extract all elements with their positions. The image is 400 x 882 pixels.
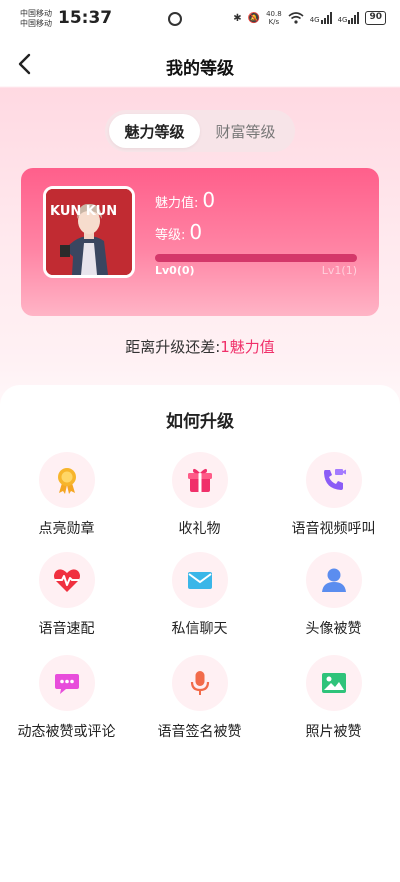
upgrade-item-label: 点亮勋章 [38,521,95,537]
upgrade-gap: 距离升级还差:1魅力值 [0,336,400,357]
page-title: 我的等级 [166,59,234,79]
charm-stat: 魅力值: 0 [155,188,215,212]
chat-bubble-icon [38,655,95,711]
carrier-2: 中国移动 [20,19,52,28]
upgrade-item-private-chat[interactable]: 私信聊天 [133,552,266,638]
upgrade-item-voice-video-call[interactable]: 语音视频呼叫 [267,452,400,538]
clock: 15:37 [58,8,113,28]
upgrade-gap-value: 1魅力值 [220,338,275,356]
tab-wealth-level[interactable]: 财富等级 [200,114,291,148]
net-speed: 40.8 K/s [266,10,282,26]
upgrade-item-label: 私信聊天 [171,621,228,637]
charm-value: 0 [202,188,216,212]
phone-video-icon [305,452,362,508]
upgrade-item-label: 语音速配 [38,621,95,637]
avatar-text: KUN KUN [50,204,117,219]
charm-label: 魅力值: [155,196,199,211]
net-speed-value: 40.8 [266,10,282,18]
status-bar: 中国移动 中国移动 15:37 ✱ 🔕 40.8 K/s 4G 4G 90 [0,0,400,40]
upgrade-item-post-like-comment[interactable]: 动态被赞或评论 [0,655,133,741]
upgrade-item-label: 照片被赞 [305,724,362,740]
upgrade-item-label: 头像被赞 [305,621,362,637]
nav-bar: 我的等级 [0,44,400,86]
next-level: Lv1(1) [321,264,357,277]
carrier-1: 中国移动 [20,9,52,18]
upgrade-item-voice-match[interactable]: 语音速配 [0,552,133,638]
system-icons: ✱ 🔕 40.8 K/s 4G 4G 90 [233,10,386,26]
envelope-icon [171,552,228,608]
current-level: Lv0(0) [155,264,195,277]
upgrade-item-label: 语音视频呼叫 [291,521,376,537]
signal-1: 4G [310,12,332,24]
upgrade-item-voice-signature-like[interactable]: 语音签名被赞 [133,655,266,741]
avatar-illustration: KUN KUN [46,189,132,275]
upgrade-item-medal[interactable]: 点亮勋章 [0,452,133,538]
upgrade-item-gift[interactable]: 收礼物 [133,452,266,538]
gift-icon [171,452,228,508]
wifi-icon [288,12,304,24]
upgrade-item-label: 语音签名被赞 [157,724,242,740]
battery-indicator: 90 [365,11,386,25]
upgrade-item-label: 动态被赞或评论 [17,724,116,740]
carrier-labels: 中国移动 中国移动 [20,9,52,29]
alarm-icon [168,12,182,26]
level-card: KUN KUN 魅力值: 0 等级: 0 Lv0(0) Lv1(1) [21,168,379,316]
microphone-icon [171,655,228,711]
level-tabs: 魅力等级 财富等级 [105,110,295,152]
signal-2: 4G [338,12,360,24]
upgrade-item-photo-like[interactable]: 照片被赞 [267,655,400,741]
upgrade-item-avatar-like[interactable]: 头像被赞 [267,552,400,638]
heartbeat-icon [38,552,95,608]
level-label: 等级: [155,228,186,243]
how-to-upgrade-panel: 如何升级 点亮勋章 收礼物 语音视频呼叫 语音速配 私信聊天 头像被赞 动态被赞… [0,385,400,882]
user-icon [305,552,362,608]
medal-icon [38,452,95,508]
bluetooth-icon: ✱ [233,12,242,24]
how-to-upgrade-title: 如何升级 [166,412,234,432]
level-progress-bar [155,254,357,262]
avatar: KUN KUN [43,186,135,278]
upgrade-item-label: 收礼物 [178,521,221,537]
tab-charm-level[interactable]: 魅力等级 [109,114,200,148]
level-value: 0 [189,220,203,244]
image-icon [305,655,362,711]
net-speed-unit: K/s [268,18,280,26]
upgrade-gap-label: 距离升级还差: [125,338,221,356]
level-stat: 等级: 0 [155,220,202,244]
mute-icon: 🔕 [247,12,261,24]
